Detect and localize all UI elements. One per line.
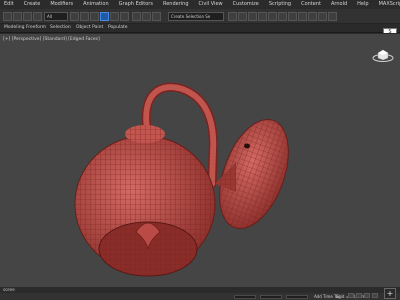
menu-item[interactable]: Civil View	[199, 0, 223, 9]
render-setup-icon[interactable]	[298, 12, 307, 21]
tab-selection[interactable]: Selection	[50, 24, 71, 32]
tab-object-paint[interactable]: Object Paint	[76, 24, 103, 32]
undo-icon[interactable]	[3, 12, 12, 21]
lamp-model	[74, 82, 289, 277]
material-editor-icon[interactable]	[288, 12, 297, 21]
main-toolbar: All Create Selection Se	[0, 9, 400, 24]
ribbon-tabs: Modeling Freeform Selection Object Paint…	[0, 24, 400, 36]
align-icon[interactable]	[238, 12, 247, 21]
schematic-view-icon[interactable]	[278, 12, 287, 21]
tab-freeform[interactable]: Freeform	[26, 24, 46, 32]
add-time-tag-button[interactable]: Add Time Tag	[314, 293, 341, 300]
snaps-toggle-icon[interactable]	[152, 12, 161, 21]
pivot-center-icon[interactable]	[142, 12, 151, 21]
select-and-rotate-icon[interactable]	[110, 12, 119, 21]
menu-item[interactable]: Scripting	[269, 0, 291, 9]
curve-editor-icon[interactable]	[268, 12, 277, 21]
toggle-ribbon-icon[interactable]	[258, 12, 267, 21]
tab-populate[interactable]: Populate	[108, 24, 128, 32]
menu-item[interactable]: Help	[357, 0, 368, 9]
x-coordinate-field[interactable]	[234, 295, 256, 299]
named-selection-set-dropdown[interactable]: Create Selection Se	[168, 12, 224, 21]
render-production-icon[interactable]	[318, 12, 327, 21]
menu-item[interactable]: Customize	[233, 0, 259, 9]
maximize-viewport-icon[interactable]: +	[384, 288, 396, 299]
menu-item[interactable]: Rendering	[163, 0, 189, 9]
menu-bar: Edit Create Modifiers Animation Graph Ed…	[0, 0, 400, 9]
field-of-view-icon[interactable]	[364, 293, 370, 298]
menu-item[interactable]: Modifiers	[50, 0, 73, 9]
menu-item[interactable]: Content	[301, 0, 321, 9]
selection-filter-dropdown[interactable]: All	[44, 12, 68, 21]
menu-item[interactable]: Create	[24, 0, 41, 9]
menu-item[interactable]: Animation	[83, 0, 109, 9]
orbit-icon[interactable]	[372, 293, 378, 298]
screw-hole	[244, 143, 250, 149]
select-and-move-icon[interactable]	[100, 12, 109, 21]
menu-item[interactable]: Edit	[4, 0, 14, 9]
zoom-all-icon[interactable]	[356, 293, 362, 298]
unlink-icon[interactable]	[33, 12, 42, 21]
zoom-icon[interactable]	[348, 293, 354, 298]
tab-modeling[interactable]: Modeling	[4, 24, 24, 32]
rendered-frame-window-icon[interactable]	[308, 12, 317, 21]
select-object-icon[interactable]	[70, 12, 79, 21]
select-and-scale-icon[interactable]	[120, 12, 129, 21]
link-icon[interactable]	[23, 12, 32, 21]
render-iterative-icon[interactable]	[328, 12, 337, 21]
lamp-shade	[74, 125, 216, 277]
layer-explorer-icon[interactable]	[248, 12, 257, 21]
wall-mount	[215, 118, 289, 230]
menu-item[interactable]: Arnold	[331, 0, 347, 9]
perspective-viewport[interactable]: [+] [Perspective] [Standard] [Edged Face…	[0, 33, 400, 287]
menu-item[interactable]: MAXScript	[379, 0, 400, 9]
y-coordinate-field[interactable]	[260, 295, 282, 299]
reference-coordinate-icon[interactable]	[132, 12, 141, 21]
mirror-icon[interactable]	[228, 12, 237, 21]
menu-item[interactable]: Graph Editors	[119, 0, 153, 9]
rectangular-selection-icon[interactable]	[90, 12, 99, 21]
redo-icon[interactable]	[13, 12, 22, 21]
select-by-name-icon[interactable]	[80, 12, 89, 21]
z-coordinate-field[interactable]	[286, 295, 308, 299]
